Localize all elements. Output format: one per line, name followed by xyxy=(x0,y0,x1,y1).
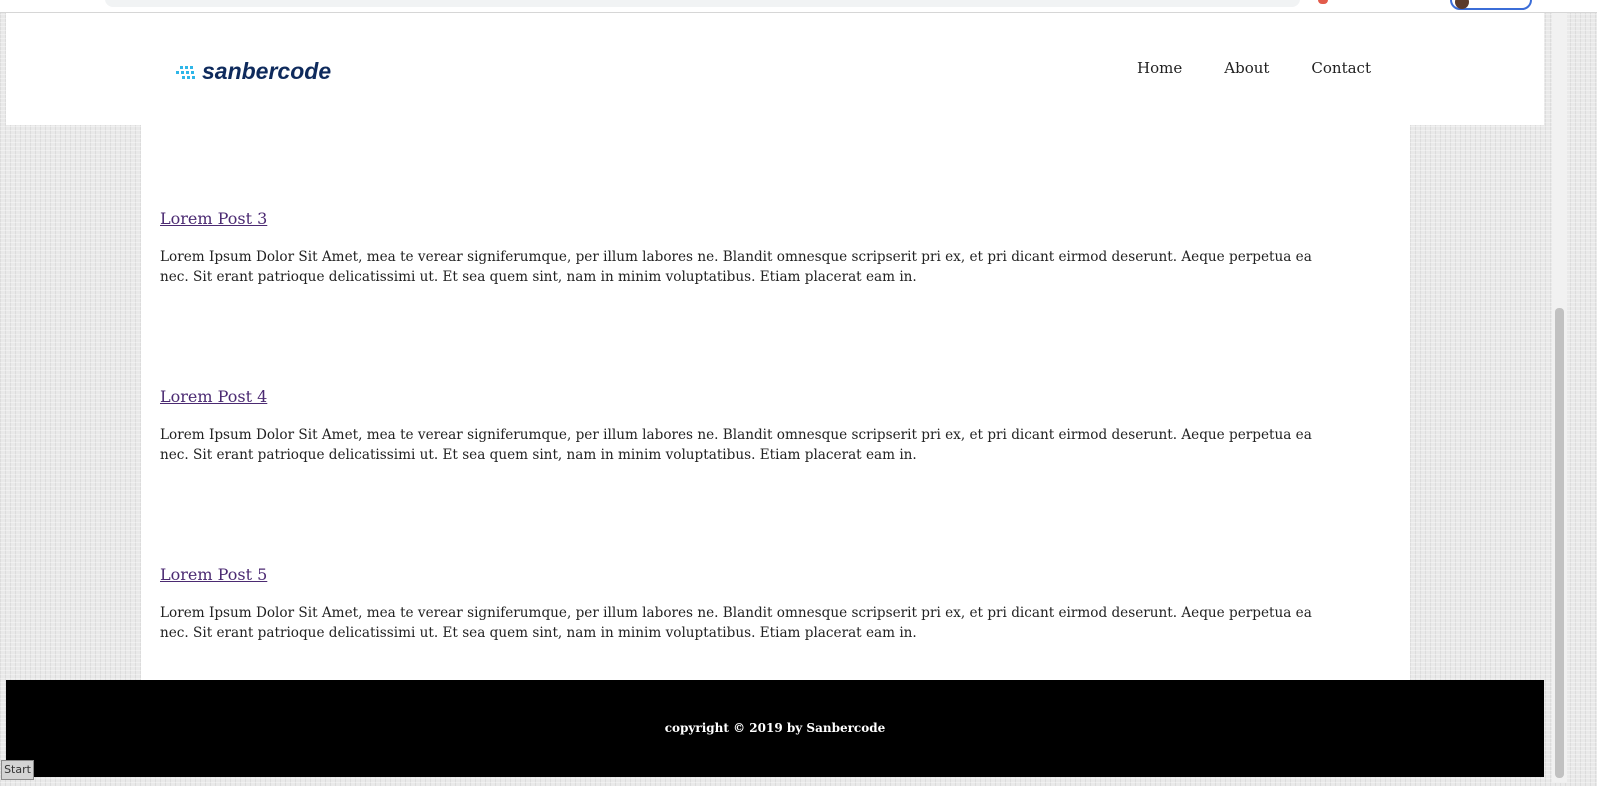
post-title-link[interactable]: Lorem Post 4 xyxy=(160,387,1340,406)
post-body: Lorem Ipsum Dolor Sit Amet, mea te verea… xyxy=(160,249,1312,285)
post-title-link[interactable]: Lorem Post 5 xyxy=(160,565,1340,584)
avatar xyxy=(1455,0,1469,9)
start-button[interactable]: Start xyxy=(1,760,34,780)
nav-home-link[interactable]: Home xyxy=(1137,59,1182,77)
extension-icon[interactable] xyxy=(1318,0,1328,4)
browser-top-bar xyxy=(0,0,1597,13)
scrollbar-thumb[interactable] xyxy=(1555,308,1564,778)
post-item: Lorem Post 3 Lorem Ipsum Dolor Sit Amet,… xyxy=(160,209,1340,287)
nav-about-link[interactable]: About xyxy=(1224,59,1269,77)
main-content: Lorem Post 3 Lorem Ipsum Dolor Sit Amet,… xyxy=(141,125,1410,680)
post-item: Lorem Post 4 Lorem Ipsum Dolor Sit Amet,… xyxy=(160,387,1340,465)
site-header: sanbercode Home About Contact xyxy=(6,13,1544,125)
logo-text: sanbercode xyxy=(202,58,331,84)
site-footer: copyright © 2019 by Sanbercode xyxy=(6,680,1544,777)
bottom-strip xyxy=(0,786,1597,803)
logo-graphic: sanbercode xyxy=(176,58,331,84)
post-item: Lorem Post 5 Lorem Ipsum Dolor Sit Amet,… xyxy=(160,565,1340,643)
profile-button[interactable] xyxy=(1450,0,1532,10)
post-body: Lorem Ipsum Dolor Sit Amet, mea te verea… xyxy=(160,427,1312,463)
address-bar[interactable] xyxy=(105,0,1300,7)
copyright-text: copyright © 2019 by Sanbercode xyxy=(664,721,886,735)
post-body: Lorem Ipsum Dolor Sit Amet, mea te verea… xyxy=(160,605,1312,641)
sanbercode-logo[interactable]: sanbercode xyxy=(176,55,356,89)
page-scrollbar[interactable] xyxy=(1552,13,1567,783)
nav-contact-link[interactable]: Contact xyxy=(1311,59,1371,77)
post-title-link[interactable]: Lorem Post 3 xyxy=(160,209,1340,228)
main-nav: Home About Contact xyxy=(1137,59,1371,77)
